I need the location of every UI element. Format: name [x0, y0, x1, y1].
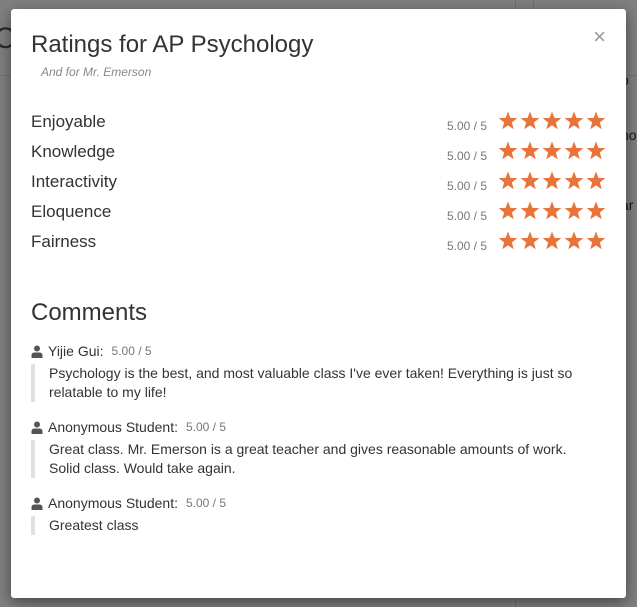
- star-icon: [564, 111, 584, 130]
- rating-label: Eloquence: [31, 202, 112, 221]
- rating-row: Enjoyable 5.00 / 5: [31, 107, 607, 137]
- rating-row: Fairness 5.00 / 5: [31, 227, 607, 257]
- rating-label: Fairness: [31, 232, 97, 251]
- star-rating: [497, 200, 607, 222]
- rating-row: Knowledge 5.00 / 5: [31, 137, 607, 167]
- rating-value: 5.00 / 5: [446, 209, 487, 223]
- star-icon: [498, 231, 518, 250]
- star-icon: [498, 201, 518, 220]
- star-icon: [564, 171, 584, 190]
- star-icon: [542, 201, 562, 220]
- rating-value: 5.00 / 5: [446, 119, 487, 133]
- star-rating: [497, 230, 607, 252]
- comment-rating: 5.00 / 5: [185, 420, 227, 434]
- star-icon: [520, 231, 540, 250]
- star-icon: [542, 231, 562, 250]
- star-icon: [520, 111, 540, 130]
- star-icon: [498, 171, 518, 190]
- comment-text: Great class. Mr. Emerson is a great teac…: [31, 440, 591, 478]
- star-icon: [586, 171, 606, 190]
- person-icon: [31, 345, 43, 358]
- comment-author: Yijie Gui:: [48, 343, 104, 359]
- star-icon: [586, 201, 606, 220]
- star-icon: [520, 171, 540, 190]
- rating-value: 5.00 / 5: [446, 149, 487, 163]
- rating-value: 5.00 / 5: [446, 239, 487, 253]
- person-icon: [31, 421, 43, 434]
- rating-row: Interactivity 5.00 / 5: [31, 167, 607, 197]
- comment-text: Greatest class: [31, 516, 591, 535]
- rating-label: Interactivity: [31, 172, 117, 191]
- comment-text: Psychology is the best, and most valuabl…: [31, 364, 591, 402]
- comment-header: Anonymous Student: 5.00 / 5: [31, 417, 591, 437]
- star-icon: [498, 111, 518, 130]
- ratings-list: Enjoyable 5.00 / 5 Knowledge 5.00 / 5 Intera…: [31, 107, 607, 257]
- rating-label: Enjoyable: [31, 112, 106, 131]
- comment: Anonymous Student: 5.00 / 5 Great class. M…: [31, 417, 591, 478]
- rating-row: Eloquence 5.00 / 5: [31, 197, 607, 227]
- star-icon: [586, 111, 606, 130]
- comment-header: Yijie Gui: 5.00 / 5: [31, 341, 591, 361]
- star-rating: [497, 140, 607, 162]
- comment: Yijie Gui: 5.00 / 5 Psychology is the best…: [31, 341, 591, 402]
- comment-header: Anonymous Student: 5.00 / 5: [31, 493, 591, 513]
- star-icon: [498, 141, 518, 160]
- modal-title: Ratings for AP Psychology: [31, 31, 314, 58]
- star-rating: [497, 110, 607, 132]
- comments-list: Yijie Gui: 5.00 / 5 Psychology is the best…: [31, 341, 591, 550]
- star-rating: [497, 170, 607, 192]
- ratings-modal: × Ratings for AP Psychology And for Mr. …: [11, 9, 626, 598]
- comments-heading: Comments: [31, 299, 148, 326]
- comment-author: Anonymous Student:: [48, 495, 178, 511]
- comment-rating: 5.00 / 5: [185, 496, 227, 510]
- star-icon: [542, 141, 562, 160]
- comment: Anonymous Student: 5.00 / 5 Greatest class: [31, 493, 591, 535]
- comment-rating: 5.00 / 5: [111, 344, 152, 358]
- star-icon: [520, 201, 540, 220]
- star-icon: [564, 231, 584, 250]
- modal-subtitle: And for Mr. Emerson: [41, 65, 152, 79]
- star-icon: [586, 231, 606, 250]
- rating-label: Knowledge: [31, 142, 116, 161]
- star-icon: [542, 171, 562, 190]
- close-button[interactable]: ×: [593, 26, 606, 48]
- comment-author: Anonymous Student:: [48, 419, 178, 435]
- star-icon: [564, 141, 584, 160]
- person-icon: [31, 497, 43, 510]
- star-icon: [520, 141, 540, 160]
- star-icon: [542, 111, 562, 130]
- star-icon: [564, 201, 584, 220]
- rating-value: 5.00 / 5: [446, 179, 487, 193]
- star-icon: [586, 141, 606, 160]
